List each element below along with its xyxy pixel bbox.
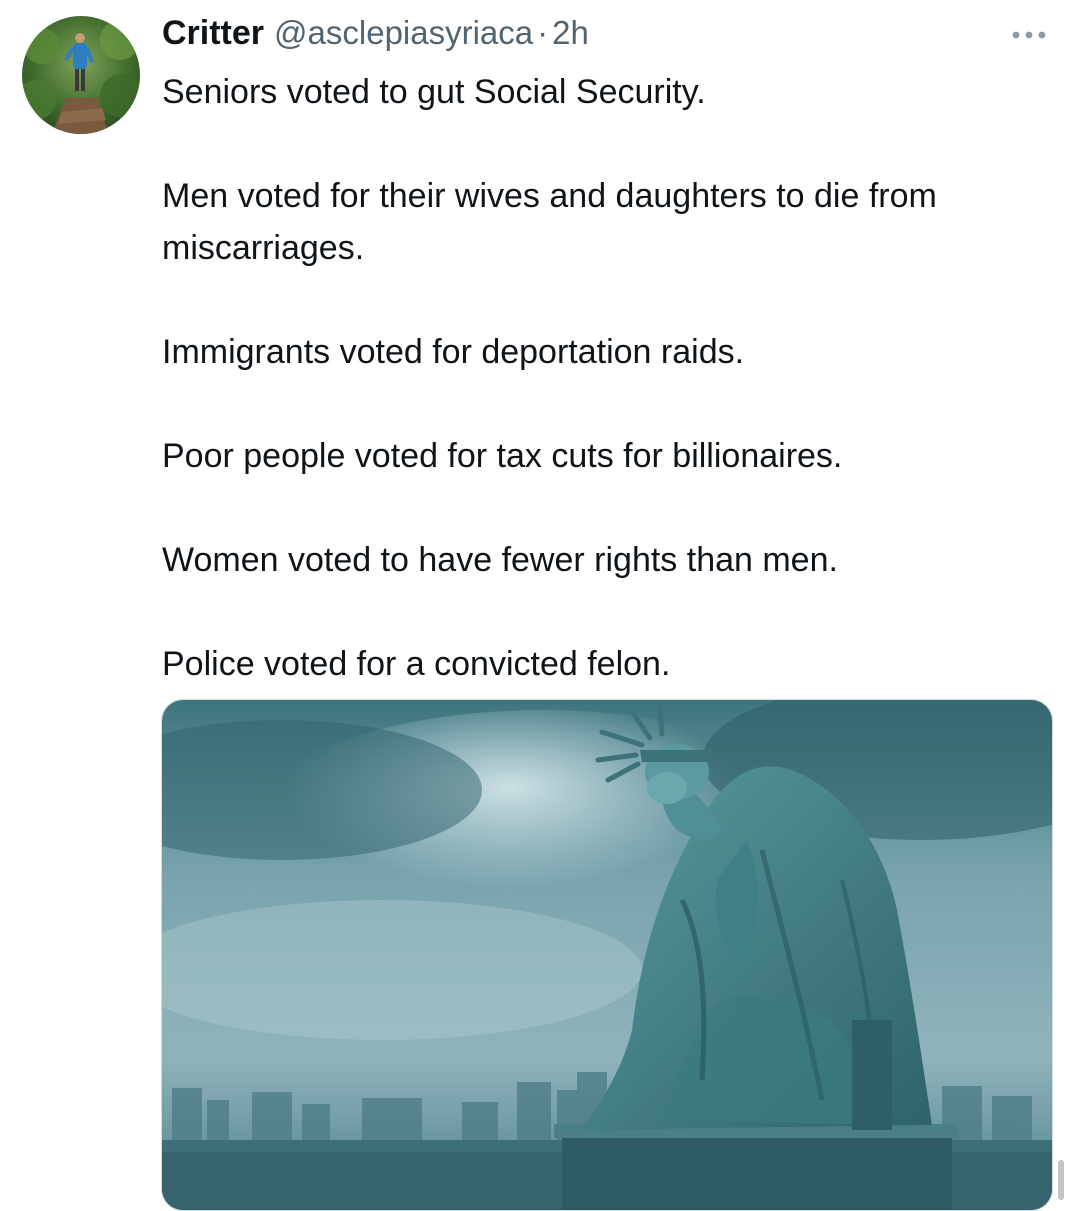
more-options-button[interactable]	[1004, 18, 1054, 52]
tweet-media-image[interactable]	[161, 699, 1053, 1211]
separator-dot: ·	[537, 14, 549, 51]
ellipsis-icon	[1012, 31, 1046, 39]
scrollbar-thumb[interactable]	[1058, 1160, 1064, 1200]
tweet-header: Critter @asclepiasyriaca · 2h	[162, 14, 589, 56]
tweet[interactable]: Critter @asclepiasyriaca · 2h Seniors vo…	[0, 0, 1073, 1211]
user-handle[interactable]: @asclepiasyriaca	[274, 14, 533, 52]
tweet-paragraph: Men voted for their wives and daughters …	[162, 177, 937, 267]
statue-of-liberty-image	[162, 700, 1052, 1210]
tweet-text: Seniors voted to gut Social Security. Me…	[162, 66, 1042, 742]
tweet-paragraph: Poor people voted for tax cuts for billi…	[162, 437, 843, 475]
tweet-paragraph: Seniors voted to gut Social Security.	[162, 73, 706, 111]
tweet-paragraph: Immigrants voted for deportation raids.	[162, 333, 745, 371]
display-name[interactable]: Critter	[162, 14, 264, 53]
avatar-photo	[22, 16, 140, 134]
timestamp[interactable]: 2h	[552, 14, 589, 52]
tweet-paragraph: Police voted for a convicted felon.	[162, 645, 671, 683]
avatar[interactable]	[22, 16, 140, 134]
tweet-paragraph: Women voted to have fewer rights than me…	[162, 541, 838, 579]
